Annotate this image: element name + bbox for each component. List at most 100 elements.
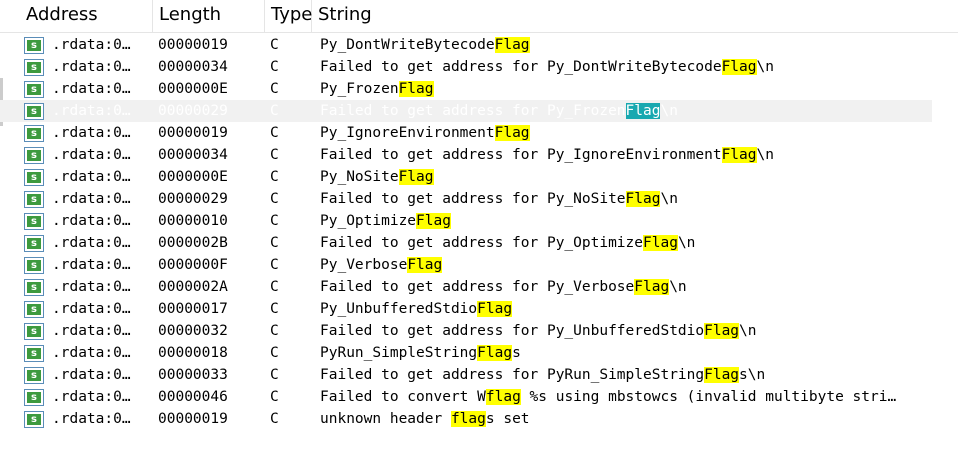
string-prefix: Py_DontWriteBytecode [320, 37, 495, 53]
table-row[interactable]: s .rdata:0… 00000019 C Py_DontWriteBytecodeF… [0, 34, 932, 56]
string-prefix: Failed to get address for Py_IgnoreEnvir… [320, 147, 722, 163]
address-cell: .rdata:0… [52, 411, 131, 427]
string-type-icon-label: s [27, 282, 41, 293]
string-suffix: \n [660, 103, 678, 119]
string-type-icon-label: s [27, 62, 41, 73]
length-cell: 0000002A [158, 279, 228, 295]
table-row[interactable]: s .rdata:0… 00000029 C Failed to get address… [0, 188, 932, 210]
address-cell: .rdata:0… [52, 81, 131, 97]
table-row[interactable]: s .rdata:0… 00000010 C Py_OptimizeFlag [0, 210, 932, 232]
length-cell: 00000046 [158, 389, 228, 405]
string-cell: Py_VerboseFlag [320, 254, 932, 276]
length-cell: 0000000F [158, 257, 228, 273]
string-type-icon: s [24, 301, 44, 318]
string-prefix: Failed to convert W [320, 389, 486, 405]
string-type-icon: s [24, 345, 44, 362]
type-cell: C [270, 81, 279, 97]
search-match-highlight: Flag [634, 279, 670, 295]
column-header-string[interactable]: String [312, 0, 932, 32]
string-type-icon-label: s [27, 40, 41, 51]
string-prefix: Failed to get address for Py_DontWriteBy… [320, 59, 722, 75]
string-prefix: Failed to get address for Py_Verbose [320, 279, 635, 295]
table-row[interactable]: s .rdata:0… 00000034 C Failed to get address… [0, 144, 932, 166]
type-cell: C [270, 323, 279, 339]
string-cell: Failed to get address for Py_OptimizeFla… [320, 232, 932, 254]
length-cell: 0000000E [158, 81, 228, 97]
search-match-highlight: Flag [643, 235, 678, 251]
table-row[interactable]: s .rdata:0… 0000002A C Failed to get address… [0, 276, 932, 298]
table-row-selected[interactable]: s .rdata:0… 00000029 C Failed to get address… [0, 100, 932, 122]
string-cell: Failed to get address for Py_FrozenFlag\… [320, 100, 932, 122]
string-type-icon: s [24, 81, 44, 98]
column-header-type[interactable]: Type [265, 0, 312, 32]
table-row[interactable]: s .rdata:0… 0000000F C Py_VerboseFlag [0, 254, 932, 276]
string-suffix: s set [485, 411, 530, 427]
type-cell: C [270, 345, 279, 361]
table-row[interactable]: s .rdata:0… 00000046 C Failed to convert Wfl… [0, 386, 932, 408]
string-cell: Py_NoSiteFlag [320, 166, 932, 188]
string-prefix: Failed to get address for Py_UnbufferedS… [320, 323, 705, 339]
string-type-icon: s [24, 103, 44, 120]
string-type-icon-label: s [27, 304, 41, 315]
string-cell: Py_OptimizeFlag [320, 210, 932, 232]
table-row[interactable]: s .rdata:0… 0000000E C Py_NoSiteFlag [0, 166, 932, 188]
string-type-icon-label: s [27, 392, 41, 403]
string-type-icon: s [24, 191, 44, 208]
table-row[interactable]: s .rdata:0… 00000034 C Failed to get address… [0, 56, 932, 78]
string-cell: Failed to get address for Py_UnbufferedS… [320, 320, 932, 342]
table-row[interactable]: s .rdata:0… 0000002B C Failed to get address… [0, 232, 932, 254]
string-cell: Failed to get address for Py_VerboseFlag… [320, 276, 932, 298]
address-cell: .rdata:0… [52, 59, 131, 75]
string-cell: Py_UnbufferedStdioFlag [320, 298, 932, 320]
search-match-highlight: Flag [398, 81, 434, 97]
table-row[interactable]: s .rdata:0… 00000017 C Py_UnbufferedStdioFla… [0, 298, 932, 320]
search-match-highlight: Flag [721, 59, 757, 75]
string-prefix: Failed to get address for Py_Frozen [320, 103, 626, 119]
table-row[interactable]: s .rdata:0… 00000018 C PyRun_SimpleStringFla… [0, 342, 932, 364]
string-type-icon: s [24, 389, 44, 406]
string-type-icon: s [24, 367, 44, 384]
string-type-icon: s [24, 147, 44, 164]
table-row[interactable]: s .rdata:0… 00000019 C Py_IgnoreEnvironmentF… [0, 122, 932, 144]
column-header-address[interactable]: Address [20, 0, 153, 32]
string-cell: Failed to get address for Py_NoSiteFlag\… [320, 188, 932, 210]
table-row[interactable]: s .rdata:0… 0000000E C Py_FrozenFlag [0, 78, 932, 100]
string-type-icon: s [24, 235, 44, 252]
string-suffix: \n [756, 59, 774, 75]
table-row[interactable]: s .rdata:0… 00000032 C Failed to get address… [0, 320, 932, 342]
string-suffix: %s using mbstowcs (invalid multibyte str… [520, 389, 897, 405]
search-match-highlight: Flag [494, 37, 530, 53]
string-type-icon-label: s [27, 238, 41, 249]
search-match-highlight: Flag [407, 257, 443, 273]
table-row[interactable]: s .rdata:0… 00000019 Cunknown header flags … [0, 408, 932, 430]
type-cell: C [270, 411, 279, 427]
address-cell: .rdata:0… [52, 279, 131, 295]
search-match-highlight: Flag [416, 213, 451, 229]
length-cell: 00000029 [158, 191, 228, 207]
string-cell: Failed to get address for PyRun_SimpleSt… [320, 364, 932, 386]
table-row[interactable]: s .rdata:0… 00000033 C Failed to get address… [0, 364, 932, 386]
string-type-icon-label: s [27, 150, 41, 161]
search-match-highlight: Flag [398, 169, 434, 185]
string-suffix: \n [677, 235, 696, 251]
string-type-icon: s [24, 213, 44, 230]
string-type-icon-label: s [27, 84, 41, 95]
string-type-icon: s [24, 323, 44, 340]
type-cell: C [270, 59, 279, 75]
search-match-highlight: flag [450, 411, 486, 427]
string-type-icon-label: s [27, 260, 41, 271]
string-type-icon: s [24, 59, 44, 76]
length-cell: 00000017 [158, 301, 228, 317]
string-type-icon: s [24, 279, 44, 296]
string-suffix: \n [756, 147, 774, 163]
length-cell: 00000019 [158, 37, 228, 53]
type-cell: C [270, 257, 279, 273]
string-suffix: \n [739, 323, 757, 339]
string-type-icon-label: s [27, 172, 41, 183]
address-cell: .rdata:0… [52, 37, 131, 53]
column-header-length[interactable]: Length [153, 0, 265, 32]
address-cell: .rdata:0… [52, 169, 131, 185]
search-match-highlight: Flag [721, 147, 757, 163]
search-match-highlight: Flag [625, 191, 661, 207]
length-cell: 0000000E [158, 169, 228, 185]
